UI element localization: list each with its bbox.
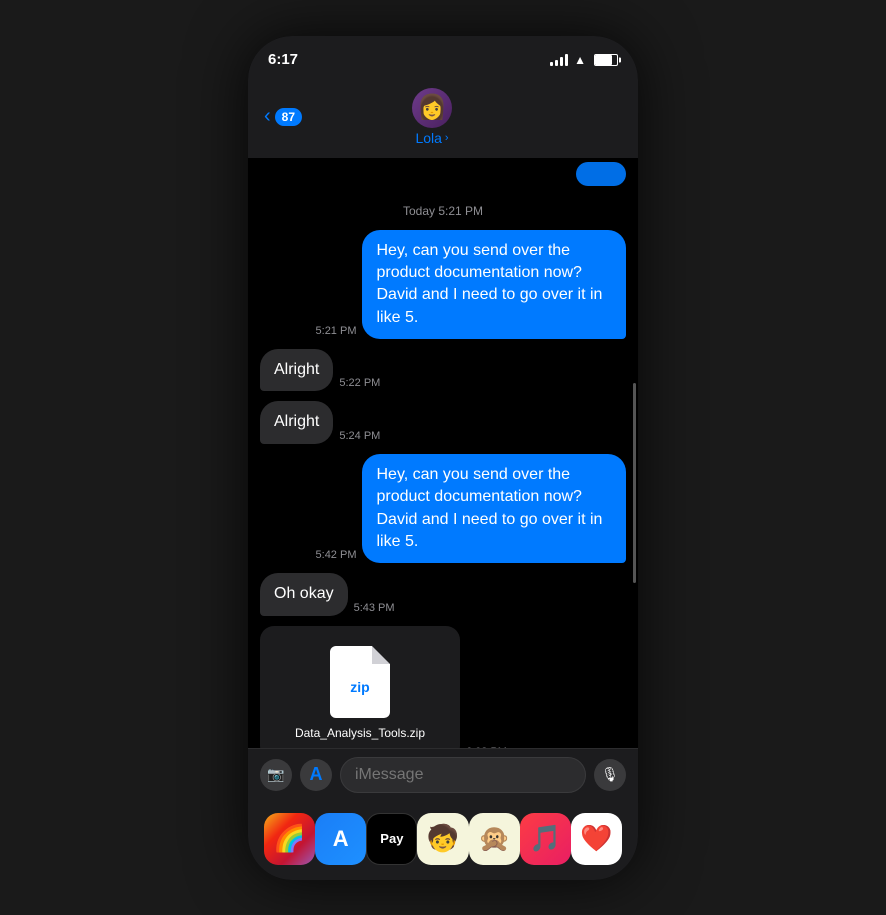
dock-health-icon[interactable]: ❤️ [571,813,622,865]
app-dock: 🌈 A Pay 🧒 🙊 🎵 ❤️ [248,801,638,880]
dock-memoji-icon[interactable]: 🧒 [417,813,468,865]
contact-name[interactable]: Lola › [415,130,448,146]
phone-frame: 6:17 ▲ ‹ 87 👩 Lola › [248,36,638,880]
contact-info[interactable]: 👩 Lola › [302,88,562,146]
audio-button[interactable]: 🎙 [594,759,626,791]
contact-chevron-icon: › [445,132,449,144]
scrollbar-track [633,186,636,680]
status-icons: ▲ [550,53,618,67]
music-emoji: 🎵 [529,823,561,854]
message-time: 5:22 PM [339,377,380,389]
file-attachment[interactable]: zip Data_Analysis_Tools.zip [260,626,460,748]
input-bar: 📷 A 🎙 [248,748,638,801]
wifi-icon: ▲ [574,53,586,67]
dock-appstore-icon[interactable]: A [315,813,366,865]
file-icon: zip [330,646,390,718]
dock-monkey-icon[interactable]: 🙊 [469,813,520,865]
bubble-sent[interactable]: Hey, can you send over the product docum… [362,230,626,340]
message-row: 5:42 PM Hey, can you send over the produ… [260,454,626,564]
battery-icon [594,54,618,66]
file-name: Data_Analysis_Tools.zip [295,726,425,740]
camera-icon: 📷 [267,766,284,783]
back-button[interactable]: ‹ 87 [264,105,302,128]
file-attachment-row: zip Data_Analysis_Tools.zip 6:08 PM [260,626,626,748]
bubble-sent[interactable]: Hey, can you send over the product docum… [362,454,626,564]
zip-label: zip [350,679,369,695]
status-bar: 6:17 ▲ [248,36,638,80]
bubble-received[interactable]: Alright [260,349,333,391]
timestamp-divider: Today 5:21 PM [260,196,626,226]
message-row: 5:21 PM Hey, can you send over the produ… [260,230,626,340]
applepay-label: Pay [380,831,403,846]
message-time: 5:24 PM [339,430,380,442]
bubble-received[interactable]: Alright [260,401,333,443]
photos-emoji: 🌈 [273,823,305,854]
appstore-emoji: A [333,826,349,852]
camera-button[interactable]: 📷 [260,759,292,791]
avatar: 👩 [412,88,452,128]
scrollbar-thumb[interactable] [633,383,636,583]
appstore-icon: A [310,764,323,785]
message-row: Alright 5:22 PM [260,349,626,391]
message-time: 6:08 PM [466,746,507,748]
chat-area[interactable]: Today 5:21 PM 5:21 PM Hey, can you send … [248,186,638,748]
health-emoji: ❤️ [580,823,612,854]
back-chevron-icon: ‹ [264,105,271,128]
message-time: 5:42 PM [316,549,357,561]
dock-photos-icon[interactable]: 🌈 [264,813,315,865]
memoji-emoji: 🧒 [427,823,459,854]
message-time: 5:21 PM [316,325,357,337]
message-row: Oh okay 5:43 PM [260,573,626,615]
chat-header: ‹ 87 👩 Lola › [248,80,638,158]
message-time: 5:43 PM [354,602,395,614]
back-count-badge: 87 [275,108,302,126]
message-input[interactable] [340,757,586,793]
audio-icon: 🎙 [601,766,619,783]
bubble-received[interactable]: Oh okay [260,573,348,615]
monkey-emoji: 🙊 [478,823,510,854]
dock-music-icon[interactable]: 🎵 [520,813,571,865]
dock-applepay-icon[interactable]: Pay [366,813,417,865]
appstore-button[interactable]: A [300,759,332,791]
signal-bars-icon [550,54,568,66]
message-row: Alright 5:24 PM [260,401,626,443]
status-time: 6:17 [268,51,298,68]
